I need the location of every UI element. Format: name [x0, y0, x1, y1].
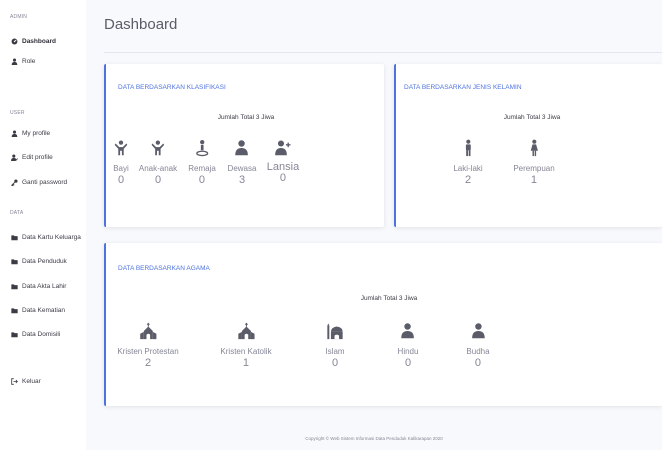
- stat-anak-anak: Anak-anak 0: [139, 139, 177, 187]
- sidebar-item-label: Data Akta Lahir: [22, 282, 67, 290]
- sidebar-item-label: Dashboard: [22, 37, 56, 45]
- stat-value: 2: [464, 174, 472, 186]
- stat-bayi: Bayi 0: [112, 139, 130, 187]
- stat-perempuan: Perempuan 1: [513, 139, 555, 187]
- stat-remaja: Remaja 0: [188, 139, 216, 187]
- user-icon: [398, 322, 419, 342]
- stat-label: Bayi: [113, 164, 129, 173]
- stat-label: Laki-laki: [453, 164, 483, 173]
- sidebar-heading-admin: ADMIN: [10, 14, 28, 20]
- sidebar-item-ganti-password[interactable]: Ganti password: [10, 177, 67, 187]
- stat-kristen-katolik: Kristen Katolik 1: [220, 322, 272, 370]
- user-icon: [466, 322, 489, 342]
- adult-icon: [228, 139, 257, 159]
- stat-value: 0: [331, 357, 339, 369]
- stat-lansia: Lansia 0: [267, 139, 299, 185]
- sidebar-item-keluar[interactable]: Keluar: [10, 376, 41, 386]
- stat-laki-laki: Laki-laki 2: [453, 139, 483, 187]
- sidebar-item-label: My profile: [22, 129, 51, 137]
- female-icon: [513, 139, 554, 159]
- elderly-icon: [267, 139, 299, 159]
- stat-label: Perempuan: [513, 164, 555, 173]
- footer-copyright: Copyright © Web Sistem Informasi Data Pe…: [305, 436, 443, 441]
- topbar: Dashboard: [86, 0, 662, 50]
- sidebar-item-label: Keluar: [22, 377, 41, 385]
- sidebar-item-data-penduduk[interactable]: Data Penduduk: [10, 256, 67, 266]
- male-icon: [453, 139, 482, 159]
- sidebar-item-role[interactable]: Role: [10, 56, 35, 66]
- stat-value: 0: [404, 357, 412, 369]
- sidebar-item-label: Edit profile: [22, 153, 53, 161]
- stat-value: 3: [238, 174, 246, 186]
- stat-hindu: Hindu 0: [397, 322, 419, 370]
- card-title: DATA BERDASARKAN KLASIFIKASI: [118, 84, 226, 91]
- sign-out-icon: [10, 377, 18, 385]
- page-title: Dashboard: [104, 16, 178, 33]
- folder-icon: [10, 330, 18, 338]
- child-icon: [139, 139, 177, 159]
- user-icon: [10, 129, 18, 137]
- stat-value: 2: [144, 357, 152, 369]
- card-agama: DATA BERDASARKAN AGAMA Jumlah Total 3 Ji…: [104, 243, 662, 406]
- sidebar-item-label: Data Kartu Keluarga: [22, 233, 81, 241]
- card-total: Jumlah Total 3 Jiwa: [503, 114, 561, 121]
- church-icon: [117, 322, 178, 342]
- card-title: DATA BERDASARKAN AGAMA: [118, 265, 210, 272]
- church-icon: [220, 322, 271, 342]
- stat-islam: Islam 0: [325, 322, 345, 370]
- user-edit-icon: [10, 153, 18, 161]
- card-total: Jumlah Total 3 Jiwa: [360, 295, 418, 302]
- stat-value: 0: [154, 174, 162, 186]
- sidebar-item-label: Ganti password: [22, 178, 68, 186]
- stat-label: Anak-anak: [138, 164, 178, 173]
- sidebar-item-label: Data Kematian: [22, 306, 65, 314]
- folder-icon: [10, 282, 18, 290]
- sidebar-item-label: Role: [22, 57, 36, 65]
- sidebar: ADMIN Dashboard Role USER My profile Edi…: [0, 0, 86, 450]
- stat-label: Islam: [325, 347, 345, 356]
- folder-icon: [10, 233, 18, 241]
- sidebar-item-my-profile[interactable]: My profile: [10, 128, 50, 138]
- stat-label: Kristen Protestan: [117, 347, 179, 356]
- sidebar-item-data-akta-lahir[interactable]: Data Akta Lahir: [10, 281, 66, 291]
- mosque-icon: [325, 322, 344, 342]
- stat-value: 0: [474, 357, 482, 369]
- stat-value: 0: [117, 174, 125, 186]
- stat-budha: Budha 0: [466, 322, 490, 370]
- stat-label: Remaja: [188, 164, 216, 173]
- card-klasifikasi: DATA BERDASARKAN KLASIFIKASI Jumlah Tota…: [104, 64, 384, 227]
- stat-label: Lansia: [266, 161, 300, 173]
- stat-value: 1: [530, 174, 538, 186]
- stat-label: Kristen Katolik: [220, 347, 272, 356]
- sidebar-item-label: Data Domisili: [22, 330, 61, 338]
- stat-dewasa: Dewasa 3: [227, 139, 257, 187]
- sidebar-item-data-domisili[interactable]: Data Domisili: [10, 329, 60, 339]
- card-total: Jumlah Total 3 Jiwa: [217, 114, 275, 121]
- stat-value: 0: [198, 174, 206, 186]
- sidebar-item-dashboard[interactable]: Dashboard: [10, 36, 56, 46]
- divider: [104, 52, 662, 53]
- folder-icon: [10, 306, 18, 314]
- folder-icon: [10, 257, 18, 265]
- sidebar-item-edit-profile[interactable]: Edit profile: [10, 152, 53, 162]
- card-title: DATA BERDASARKAN JENIS KELAMIN: [404, 84, 522, 91]
- sidebar-item-data-kartu-keluarga[interactable]: Data Kartu Keluarga: [10, 232, 81, 242]
- user-tie-icon: [10, 57, 18, 65]
- stat-value: 1: [242, 357, 250, 369]
- stat-kristen-protestan: Kristen Protestan 2: [117, 322, 179, 370]
- key-icon: [10, 178, 18, 186]
- card-jenis-kelamin: DATA BERDASARKAN JENIS KELAMIN Jumlah To…: [394, 64, 662, 227]
- sidebar-item-data-kematian[interactable]: Data Kematian: [10, 305, 65, 315]
- stat-label: Dewasa: [227, 164, 257, 173]
- dashboard-icon: [10, 37, 18, 45]
- stat-label: Budha: [466, 347, 490, 356]
- sidebar-heading-data: DATA: [10, 210, 24, 216]
- sidebar-heading-user: USER: [10, 110, 25, 116]
- teen-icon: [188, 139, 216, 159]
- baby-icon: [112, 139, 130, 159]
- stat-value: 0: [279, 172, 287, 184]
- stat-label: Hindu: [397, 347, 419, 356]
- sidebar-item-label: Data Penduduk: [22, 257, 67, 265]
